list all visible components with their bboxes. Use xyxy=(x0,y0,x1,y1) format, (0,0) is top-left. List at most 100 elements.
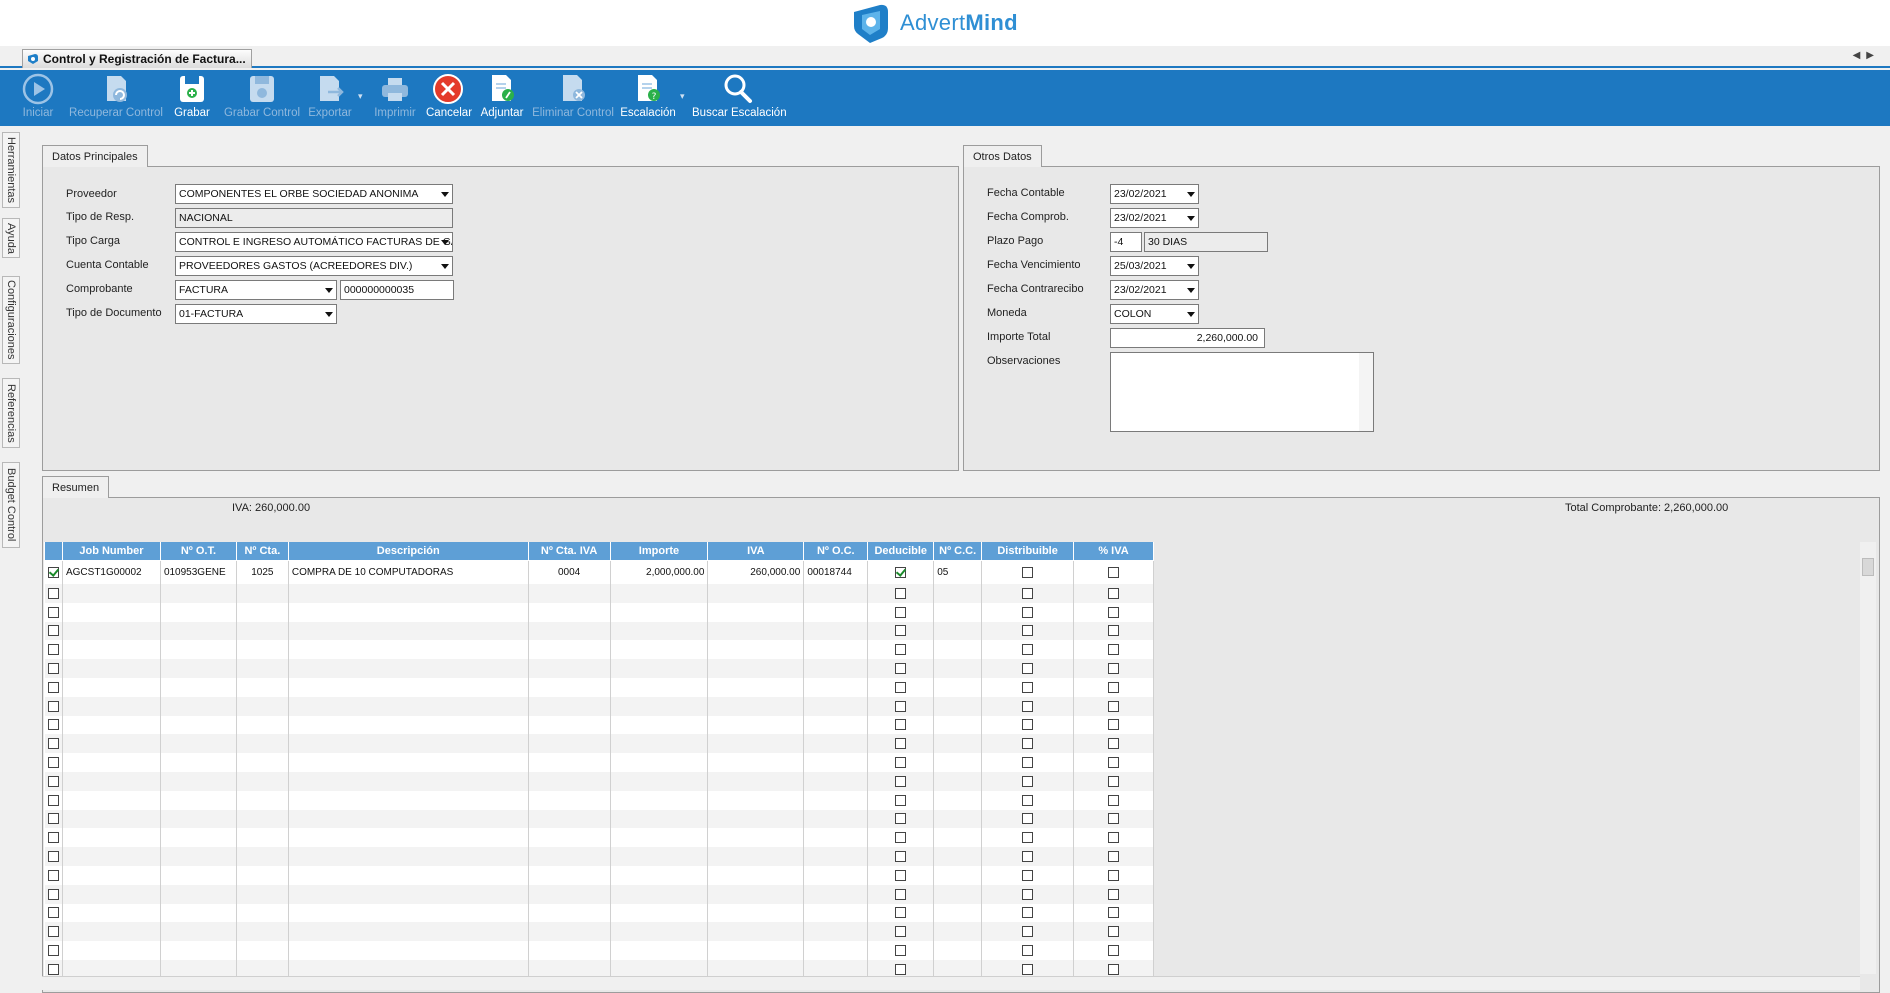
grid-cell[interactable] xyxy=(288,922,529,942)
grid-cell[interactable] xyxy=(610,941,709,960)
grid-cell[interactable] xyxy=(1073,753,1154,772)
col-deducible[interactable]: Deducible xyxy=(867,542,935,561)
grid-cell[interactable] xyxy=(933,865,983,885)
grid-cell[interactable] xyxy=(44,847,63,866)
grid-cell[interactable] xyxy=(528,734,611,754)
grid-cell[interactable] xyxy=(1073,677,1154,697)
fecha-vencimiento-picker[interactable]: 25/03/2021 xyxy=(1110,256,1199,276)
buscar-escalacion-button[interactable]: Buscar Escalación xyxy=(692,72,787,124)
grid-cell[interactable] xyxy=(981,715,1075,735)
deducible-checkbox[interactable] xyxy=(895,775,907,787)
fecha-comprob-picker[interactable]: 23/02/2021 xyxy=(1110,208,1199,228)
grid-cell[interactable] xyxy=(528,809,611,829)
comprobante-select[interactable]: FACTURA xyxy=(175,280,337,300)
col-cta-iva[interactable]: Nº Cta. IVA xyxy=(527,542,611,561)
cc-cell[interactable]: 05 xyxy=(933,560,983,584)
grid-cell[interactable] xyxy=(528,847,611,866)
grid-cell[interactable] xyxy=(610,753,709,772)
row-select-checkbox[interactable] xyxy=(47,869,59,881)
distribuible-checkbox[interactable] xyxy=(1022,926,1034,938)
grid-cell[interactable] xyxy=(236,621,289,641)
grid-cell[interactable] xyxy=(933,621,983,641)
grid-cell[interactable] xyxy=(528,677,611,697)
grid-cell[interactable] xyxy=(803,828,869,848)
deducible-checkbox[interactable] xyxy=(895,794,907,806)
grid-cell[interactable] xyxy=(160,809,237,829)
row-select-checkbox[interactable] xyxy=(47,757,59,768)
grid-cell[interactable] xyxy=(981,884,1075,904)
grid-cell[interactable] xyxy=(981,696,1075,716)
grid-cell[interactable] xyxy=(1073,884,1154,904)
distribuible-checkbox[interactable] xyxy=(1022,757,1034,768)
grid-cell[interactable] xyxy=(867,640,935,660)
tipo-carga-select[interactable]: CONTROL E INGRESO AUTOMÁTICO FACTURAS DE… xyxy=(175,232,453,252)
table-row[interactable] xyxy=(44,922,1154,942)
deducible-checkbox[interactable] xyxy=(895,606,907,618)
deducible-checkbox[interactable] xyxy=(895,926,907,938)
grid-cell[interactable] xyxy=(707,771,805,791)
pct-iva-checkbox[interactable] xyxy=(1108,644,1120,656)
pct-iva-checkbox[interactable] xyxy=(1108,700,1120,712)
table-row[interactable] xyxy=(44,602,1154,622)
grid-cell[interactable] xyxy=(288,602,529,622)
grid-cell[interactable] xyxy=(803,602,869,622)
grid-cell[interactable] xyxy=(44,640,63,660)
grid-cell[interactable] xyxy=(236,809,289,829)
grid-cell[interactable] xyxy=(288,847,529,866)
grid-cell[interactable] xyxy=(981,753,1075,772)
grid-cell[interactable] xyxy=(528,602,611,622)
distribuible-checkbox[interactable] xyxy=(1022,888,1034,900)
descripcion-cell[interactable]: COMPRA DE 10 COMPUTADORAS xyxy=(288,560,529,584)
tab-scroll-arrows[interactable]: ◀▶ xyxy=(1853,50,1880,61)
table-row[interactable]: AGCST1G00002 010953GENE 1025 COMPRA DE 1… xyxy=(44,560,1154,584)
grid-cell[interactable] xyxy=(160,621,237,641)
col-iva[interactable]: IVA xyxy=(707,542,805,561)
pct-iva-checkbox[interactable] xyxy=(1108,813,1120,825)
pct-iva-checkbox[interactable] xyxy=(1108,625,1120,637)
grid-cell[interactable] xyxy=(288,884,529,904)
row-select-checkbox[interactable] xyxy=(47,963,59,975)
grid-cell[interactable] xyxy=(44,602,63,622)
grid-cell[interactable] xyxy=(44,828,63,848)
grid-cell[interactable] xyxy=(160,715,237,735)
grid-cell[interactable] xyxy=(288,640,529,660)
grid-cell[interactable] xyxy=(44,771,63,791)
grid-cell[interactable] xyxy=(528,828,611,848)
grid-cell[interactable] xyxy=(707,734,805,754)
grid-cell[interactable] xyxy=(867,677,935,697)
pct-iva-checkbox[interactable] xyxy=(1108,944,1120,956)
grid-cell[interactable] xyxy=(1073,584,1154,603)
deducible-checkbox[interactable] xyxy=(895,625,907,637)
row-select-checkbox[interactable] xyxy=(47,738,59,750)
row-select-checkbox[interactable] xyxy=(47,700,59,712)
grid-cell[interactable] xyxy=(803,715,869,735)
grid-cell[interactable] xyxy=(62,753,161,772)
grid-cell[interactable] xyxy=(288,677,529,697)
deducible-cell[interactable] xyxy=(867,560,935,584)
grid-cell[interactable] xyxy=(44,715,63,735)
table-row[interactable] xyxy=(44,584,1154,603)
iva-cell[interactable]: 260,000.00 xyxy=(707,560,805,584)
grid-cell[interactable] xyxy=(528,922,611,942)
grid-cell[interactable] xyxy=(933,584,983,603)
grid-cell[interactable] xyxy=(236,903,289,923)
grid-cell[interactable] xyxy=(44,903,63,923)
grid-cell[interactable] xyxy=(867,884,935,904)
cta-cell[interactable]: 1025 xyxy=(236,560,289,584)
deducible-checkbox[interactable] xyxy=(895,663,907,675)
deducible-checkbox[interactable] xyxy=(895,681,907,693)
exportar-button[interactable]: Exportar xyxy=(306,72,354,124)
grid-cell[interactable] xyxy=(1073,941,1154,960)
grid-cell[interactable] xyxy=(160,847,237,866)
table-row[interactable] xyxy=(44,715,1154,735)
grid-cell[interactable] xyxy=(610,847,709,866)
table-row[interactable] xyxy=(44,790,1154,810)
grid-cell[interactable] xyxy=(160,696,237,716)
grid-cell[interactable] xyxy=(528,640,611,660)
distribuible-checkbox[interactable] xyxy=(1022,775,1034,787)
grid-cell[interactable] xyxy=(288,903,529,923)
grid-cell[interactable] xyxy=(981,809,1075,829)
grid-cell[interactable] xyxy=(528,584,611,603)
eliminar-control-button[interactable]: Eliminar Control xyxy=(532,72,614,124)
grid-cell[interactable] xyxy=(1073,922,1154,942)
